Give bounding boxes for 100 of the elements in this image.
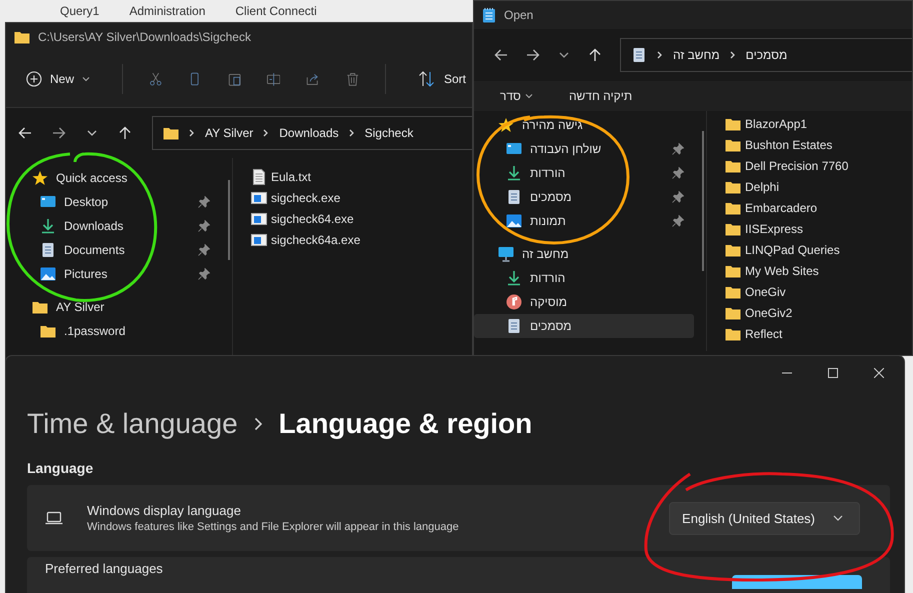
download-icon xyxy=(506,165,522,181)
folder-item[interactable]: LINQPad Queries xyxy=(725,239,848,260)
app-tab[interactable]: Client Connecti xyxy=(235,4,317,18)
file-item[interactable]: sigcheck64.exe xyxy=(251,208,360,229)
paste-icon[interactable] xyxy=(228,71,241,87)
nav-item[interactable]: מסמכים xyxy=(474,185,694,209)
nav-item[interactable]: Documents xyxy=(6,238,220,262)
setting-title: Windows display language xyxy=(87,503,242,518)
nav-item[interactable]: הורדות xyxy=(474,161,694,185)
picture-icon xyxy=(506,213,522,229)
folder-item[interactable]: IISExpress xyxy=(725,218,848,239)
breadcrumb-item[interactable]: מסמכים xyxy=(746,48,788,62)
new-folder-button[interactable]: תיקיה חדשה xyxy=(562,88,638,104)
desktop-icon xyxy=(506,141,522,157)
breadcrumb-item[interactable]: Sigcheck xyxy=(364,126,414,140)
file-item[interactable]: sigcheck64a.exe xyxy=(251,229,360,250)
nav-item[interactable]: גישה מהירה xyxy=(474,113,694,137)
folder-item[interactable]: BlazorApp1 xyxy=(725,113,848,134)
folder-item[interactable]: OneGiv2 xyxy=(725,302,848,323)
program-icon xyxy=(251,190,267,206)
monitor-icon xyxy=(498,246,514,262)
chevron-down-icon xyxy=(833,515,843,521)
document-icon xyxy=(506,318,522,334)
nav-item[interactable]: Downloads xyxy=(6,214,220,238)
folder-icon xyxy=(32,299,48,315)
document-icon xyxy=(506,189,522,205)
chevron-icon xyxy=(348,129,355,137)
nav-item[interactable]: Quick access xyxy=(6,166,220,190)
star-icon xyxy=(498,117,514,133)
nav-item[interactable]: הורדות xyxy=(474,266,694,290)
window-title: C:\Users\AY Silver\Downloads\Sigcheck xyxy=(38,30,251,44)
nav-item[interactable]: מסמכים xyxy=(474,314,694,338)
sort-icon xyxy=(418,71,436,87)
program-icon xyxy=(251,232,267,248)
chevron-icon xyxy=(730,51,736,59)
chevron-icon xyxy=(657,51,663,59)
page-title: Language & region xyxy=(278,408,532,440)
folder-item[interactable]: Bushton Estates xyxy=(725,134,848,155)
trash-icon[interactable] xyxy=(346,71,360,87)
chevron-icon xyxy=(263,129,270,137)
nav-item[interactable]: שולחן העבודה xyxy=(474,137,694,161)
back-icon[interactable] xyxy=(18,126,32,140)
setting-title: Preferred languages xyxy=(45,561,164,576)
up-icon[interactable] xyxy=(588,48,602,62)
file-item[interactable]: Eula.txt xyxy=(251,166,360,187)
document-icon xyxy=(40,242,56,258)
app-tab[interactable]: Query1 xyxy=(60,4,100,18)
back-icon[interactable] xyxy=(494,48,508,62)
cut-icon[interactable] xyxy=(148,71,162,87)
forward-icon[interactable] xyxy=(526,48,540,62)
sort-button[interactable]: Sort xyxy=(412,67,472,91)
download-icon xyxy=(40,218,56,234)
folder-icon xyxy=(163,125,179,141)
rename-icon[interactable] xyxy=(266,71,280,87)
desktop-icon xyxy=(40,194,56,210)
program-icon xyxy=(251,210,267,226)
laptop-icon xyxy=(45,511,63,525)
folder-item[interactable]: OneGiv xyxy=(725,281,848,302)
breadcrumb-item[interactable]: AY Silver xyxy=(205,126,254,140)
folder-icon xyxy=(14,29,30,45)
document-icon xyxy=(631,47,647,63)
breadcrumb-item[interactable]: Downloads xyxy=(279,126,339,140)
nav-item[interactable]: Desktop xyxy=(6,190,220,214)
notepad-icon xyxy=(482,7,496,23)
app-tab[interactable]: Administration xyxy=(129,4,206,18)
folder-item[interactable]: Delphi xyxy=(725,176,848,197)
breadcrumb-parent[interactable]: Time & language xyxy=(27,408,238,440)
window-title: Open xyxy=(504,8,534,22)
new-button[interactable]: New xyxy=(20,67,96,91)
file-item[interactable]: sigcheck.exe xyxy=(251,187,360,208)
nav-item[interactable]: .1password xyxy=(6,319,220,343)
nav-item[interactable]: מחשב זה xyxy=(474,242,694,266)
close-icon[interactable] xyxy=(874,368,884,378)
organize-button[interactable]: סדר xyxy=(494,88,539,104)
chevron-icon xyxy=(189,129,195,137)
caret-icon xyxy=(524,92,533,100)
picture-icon xyxy=(40,266,56,282)
folder-item[interactable]: Dell Precision 7760 xyxy=(725,155,848,176)
up-icon[interactable] xyxy=(118,126,132,140)
folder-item[interactable]: Embarcadero xyxy=(725,197,848,218)
language-dropdown[interactable]: English (United States) xyxy=(669,502,860,534)
folder-item[interactable]: Reflect xyxy=(725,323,848,344)
download-icon xyxy=(506,270,522,286)
folder-icon xyxy=(40,323,56,339)
maximize-icon[interactable] xyxy=(828,368,838,378)
folder-item[interactable]: My Web Sites xyxy=(725,260,848,281)
plus-icon xyxy=(26,71,42,87)
nav-item[interactable]: AY Silver xyxy=(6,295,220,319)
chevron-icon xyxy=(254,417,263,431)
star-icon xyxy=(32,170,48,186)
nav-item[interactable]: Pictures xyxy=(6,262,220,286)
forward-icon[interactable] xyxy=(52,126,66,140)
address-bar[interactable]: AY Silver Downloads Sigcheck xyxy=(152,116,472,150)
nav-item[interactable]: מוסיקה xyxy=(474,290,694,314)
text-file-icon xyxy=(251,168,267,184)
nav-item[interactable]: תמונות xyxy=(474,209,694,233)
breadcrumb-item[interactable]: מחשב זה xyxy=(673,48,720,62)
address-bar[interactable]: מחשב זה מסמכים xyxy=(620,38,912,72)
setting-description: Windows features like Settings and File Explorer will appear in this language xyxy=(87,521,460,533)
share-icon[interactable] xyxy=(306,71,320,87)
